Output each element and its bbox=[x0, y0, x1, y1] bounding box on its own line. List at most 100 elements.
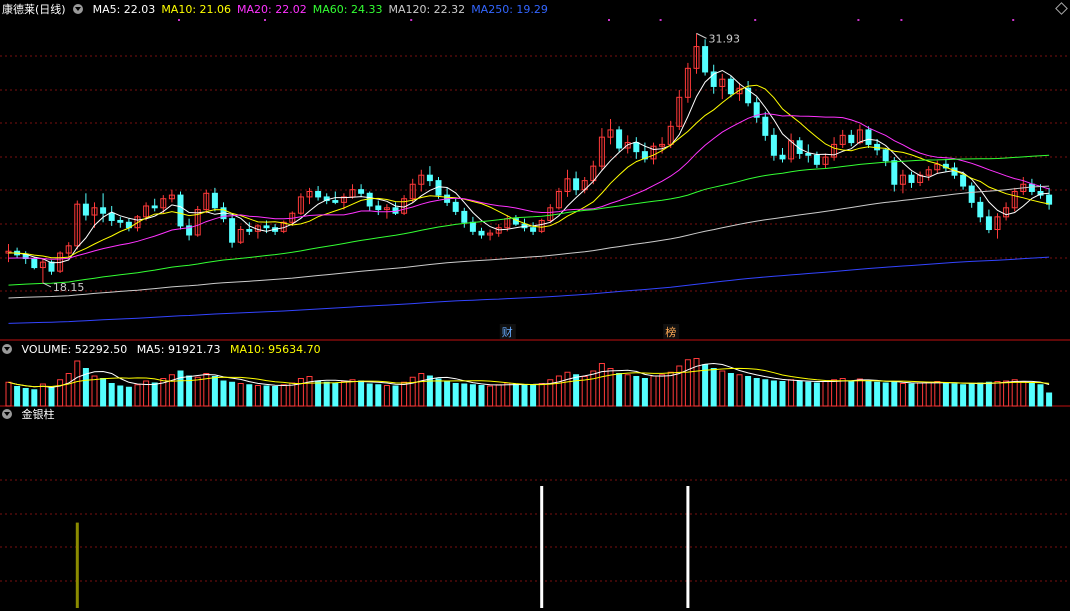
candle-body bbox=[375, 205, 382, 211]
volume-bar bbox=[917, 382, 924, 407]
high-pointer bbox=[696, 32, 707, 39]
ma-label-1: MA10: 21.06 bbox=[161, 3, 232, 16]
volume-bar bbox=[573, 374, 580, 407]
candle-body bbox=[31, 258, 38, 269]
volume-dropdown-icon[interactable] bbox=[2, 344, 12, 354]
volume-bar bbox=[736, 374, 743, 407]
ma-label-0: MA5: 22.03 bbox=[92, 3, 156, 16]
volume-bar bbox=[211, 376, 218, 407]
event-dot bbox=[857, 19, 860, 21]
volume-bar bbox=[951, 383, 958, 407]
volume-bar bbox=[1046, 392, 1053, 407]
volume-bar bbox=[392, 385, 399, 407]
candle-body bbox=[779, 154, 786, 160]
volume-bar bbox=[100, 378, 107, 407]
indicator-legend: 金银柱 bbox=[2, 408, 61, 422]
volume-bar bbox=[289, 382, 296, 407]
candle-body bbox=[315, 190, 322, 198]
high-price-label: 31.93 bbox=[709, 32, 741, 45]
volume-bar bbox=[495, 384, 502, 407]
volume-bar bbox=[375, 384, 382, 407]
volume-bar bbox=[659, 374, 666, 407]
ma250-line bbox=[8, 256, 1050, 324]
volume-bar bbox=[598, 363, 605, 407]
volume-bar bbox=[306, 376, 313, 407]
volume-bar bbox=[280, 384, 287, 407]
indicator-label: 金银柱 bbox=[21, 408, 55, 421]
volume-bar bbox=[151, 382, 158, 407]
candle-body bbox=[358, 189, 365, 194]
volume-bar bbox=[813, 382, 820, 407]
marker-bang: 榜 bbox=[665, 325, 676, 339]
volume-bar bbox=[125, 386, 132, 407]
candle-body bbox=[727, 78, 734, 95]
event-dot bbox=[608, 19, 610, 21]
volume-bar bbox=[521, 384, 528, 407]
volume-bar bbox=[512, 383, 519, 407]
candle-body bbox=[702, 46, 709, 73]
volume-bar bbox=[968, 383, 975, 407]
marker-cai: 财 bbox=[502, 325, 513, 339]
volume-bar bbox=[1020, 381, 1027, 407]
volume-bar bbox=[641, 378, 648, 407]
volume-bar bbox=[22, 388, 29, 407]
volume-bar bbox=[117, 385, 124, 407]
volume-bar bbox=[865, 380, 872, 407]
candle-body bbox=[908, 174, 915, 183]
volume-bar bbox=[315, 380, 322, 407]
stock-title: 康德莱(日线) bbox=[2, 3, 66, 16]
volume-bar bbox=[908, 383, 915, 407]
volume-bar bbox=[1011, 379, 1018, 407]
event-dot bbox=[900, 19, 903, 21]
main-dropdown-icon[interactable] bbox=[73, 4, 84, 14]
volume-bar bbox=[667, 371, 674, 407]
volume-bar bbox=[435, 378, 442, 407]
volume-legend: VOLUME: 52292.50 MA5: 91921.73 MA10: 956… bbox=[2, 343, 327, 357]
volume-bar bbox=[418, 373, 425, 407]
candle-body bbox=[426, 174, 433, 182]
volume-bar bbox=[444, 381, 451, 407]
volume-bar bbox=[48, 387, 55, 407]
candle-body bbox=[977, 201, 984, 218]
indicator-dropdown-icon[interactable] bbox=[2, 409, 12, 419]
candle-body bbox=[530, 227, 537, 232]
volume-bar bbox=[555, 375, 562, 407]
candle-body bbox=[211, 192, 218, 209]
candle-body bbox=[452, 201, 459, 212]
volume-bar bbox=[607, 368, 614, 407]
candle-body bbox=[48, 261, 55, 272]
volume-bar bbox=[831, 379, 838, 407]
volume-bar bbox=[65, 373, 72, 407]
candle-body bbox=[633, 142, 640, 153]
volume-ma5-label: MA5: 91921.73 bbox=[136, 343, 221, 356]
ma-labels: MA5: 22.03 MA10: 21.06 MA20: 22.02 MA60: 24… bbox=[93, 3, 554, 16]
volume-bar bbox=[710, 368, 717, 407]
volume-bar bbox=[297, 378, 304, 407]
candle-body bbox=[805, 152, 812, 156]
event-dot bbox=[1012, 19, 1015, 21]
volume-bar bbox=[745, 376, 752, 407]
volume-bar bbox=[650, 375, 657, 407]
candle-body bbox=[469, 221, 476, 232]
volume-bar bbox=[134, 384, 141, 407]
candle-body bbox=[246, 229, 253, 232]
volume-bar bbox=[590, 370, 597, 407]
candle-body bbox=[177, 194, 184, 227]
volume-bar bbox=[899, 383, 906, 407]
volume-bar bbox=[882, 382, 889, 407]
event-dot bbox=[659, 19, 662, 21]
volume-bar bbox=[272, 386, 279, 407]
volume-bar bbox=[246, 384, 253, 407]
volume-bar bbox=[74, 360, 81, 407]
candle-body bbox=[968, 185, 975, 203]
low-price-label: 18.15 bbox=[53, 281, 85, 294]
ma-label-4: MA120: 22.32 bbox=[388, 3, 466, 16]
candle-body bbox=[960, 174, 967, 187]
candle-body bbox=[882, 149, 889, 162]
chart-canvas: 31.93 18.15 财 榜 bbox=[0, 19, 1070, 608]
volume-bar bbox=[323, 381, 330, 407]
volume-bar bbox=[805, 381, 812, 407]
ma-label-5: MA250: 19.29 bbox=[471, 3, 548, 16]
volume-bar bbox=[727, 373, 734, 407]
volume-bar bbox=[977, 382, 984, 407]
